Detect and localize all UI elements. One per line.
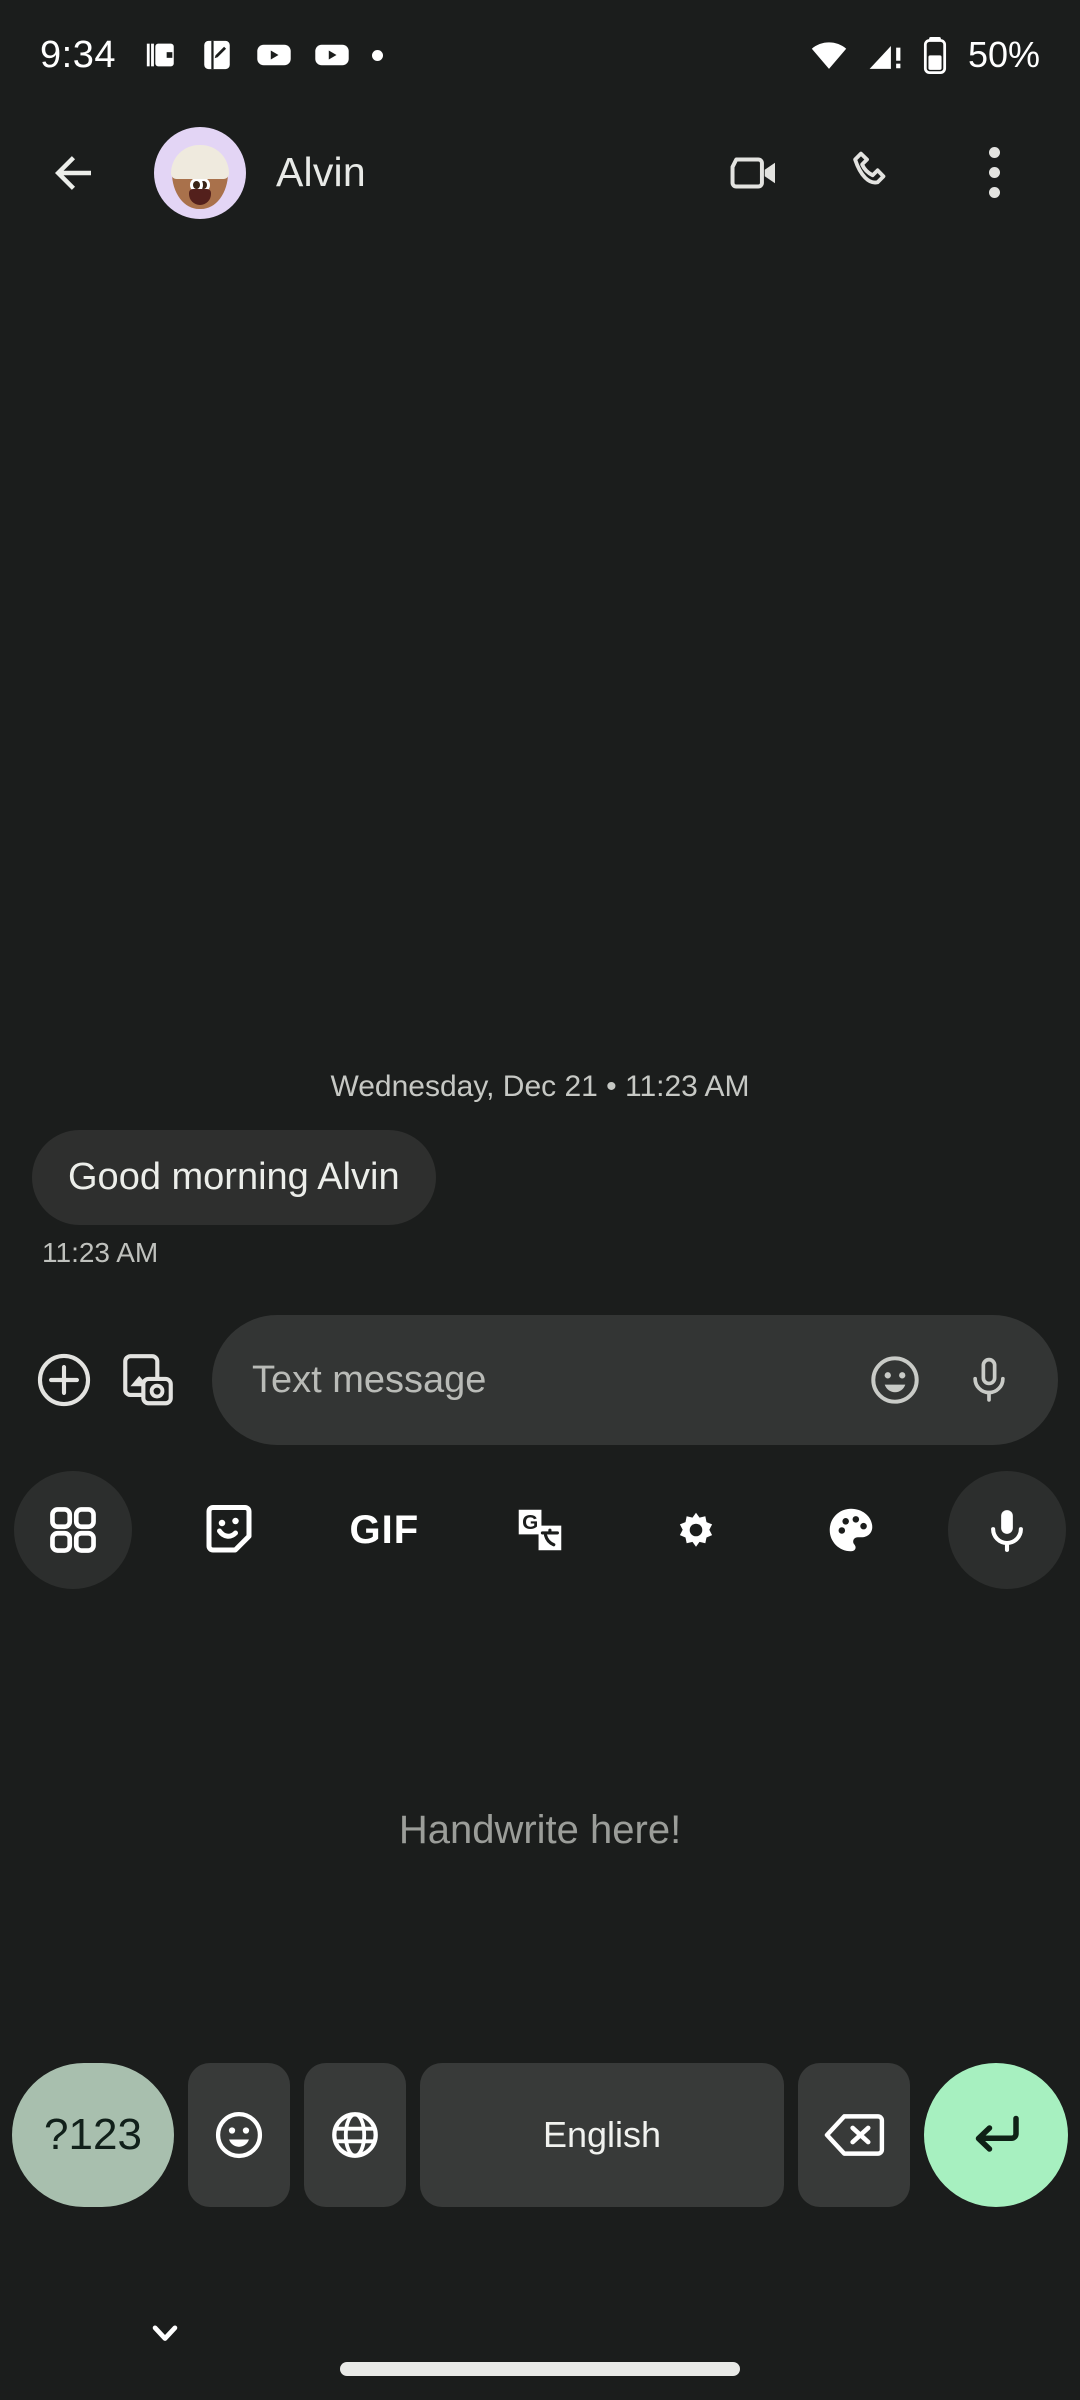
app-bar-actions [716,135,1046,211]
gif-text-icon: GIF [349,1507,420,1552]
image-camera-icon [123,1354,173,1406]
handwriting-hint: Handwrite here! [398,1807,682,1852]
keyboard-bottom-row: ?123 English [0,2060,1080,2210]
palette-icon [830,1508,873,1552]
status-notification-icons [144,38,383,72]
voice-call-button[interactable] [836,135,912,211]
keyboard-toolbar: GIF G [0,1465,1080,1595]
toolbar-theme-button[interactable] [792,1471,910,1589]
toolbar-gif-button[interactable]: GIF [325,1471,443,1589]
avatar-mouth [189,189,211,206]
space-key[interactable]: English [420,2063,784,2207]
backspace-key[interactable] [798,2063,910,2207]
cellular-signal-alert-icon [869,46,901,69]
back-arrow-icon [55,155,91,190]
toolbar-apps-grid-button[interactable] [14,1471,132,1589]
home-gesture-bar[interactable] [340,2362,740,2376]
emoji-key[interactable] [188,2063,290,2207]
plus-circle-icon [37,1353,91,1407]
status-bar: 9:34 50% [0,0,1080,110]
note-edit-icon [204,40,230,70]
status-clock: 9:34 [40,33,116,76]
add-attachment-button[interactable] [22,1338,106,1422]
video-call-button[interactable] [716,135,792,211]
gallery-camera-button[interactable] [106,1338,190,1422]
compose-bar: Text message [0,1310,1080,1450]
hide-keyboard-button[interactable] [130,2298,200,2368]
enter-return-icon [975,2115,1019,2152]
date-separator: Wednesday, Dec 21 • 11:23 AM [330,1070,750,1103]
microphone-icon [991,1510,1023,1552]
avatar[interactable] [154,126,246,219]
youtube-music-icon [315,44,349,66]
voice-message-button[interactable] [954,1345,1024,1415]
overflow-menu-button[interactable] [956,135,1032,211]
video-camera-icon [730,156,775,189]
emoji-smiley-icon [215,2111,263,2159]
language-switch-key[interactable] [304,2063,406,2207]
messaging-screen: 9:34 50% Alvin Wednesday, Dec 21 • 11:23… [0,0,1080,2400]
message-thread: Wednesday, Dec 21 • 11:23 AM Good mornin… [0,235,1080,1290]
more-notifications-dot-icon [371,49,383,61]
sticker-smiley-icon [206,1505,252,1553]
toolbar-stickers-button[interactable] [170,1471,288,1589]
message-bubble[interactable]: Good morning Alvin [32,1130,436,1225]
message-input-field[interactable]: Text message [212,1315,1058,1445]
battery-icon [923,37,946,74]
emoji-smiley-icon [871,1356,919,1404]
message-timestamp: 11:23 AM [42,1237,159,1268]
symbols-key[interactable]: ?123 [12,2063,174,2207]
handwriting-pad[interactable]: Handwrite here! [0,1600,1080,2060]
backspace-icon [824,2114,885,2156]
conversation-app-bar: Alvin [0,110,1080,235]
enter-key[interactable] [924,2063,1068,2207]
phone-icon [853,151,886,184]
message-row-incoming: Good morning Alvin 11:23 AM [32,1130,436,1269]
avatar-cap [171,144,229,179]
svg-text:G: G [522,1511,538,1534]
wifi-icon [811,42,847,69]
globe-icon [332,2112,378,2158]
grid-four-squares-icon [50,1507,96,1553]
back-button[interactable] [34,134,112,212]
emoji-button[interactable] [860,1345,930,1415]
microphone-icon [973,1357,1005,1402]
more-vertical-icon [988,147,1000,198]
google-translate-icon: G [518,1509,562,1551]
wallet-icon [146,43,174,67]
status-system-icons: 50% [808,34,1040,76]
gear-icon [679,1512,712,1547]
navigation-bar [0,2280,1080,2400]
contact-name[interactable]: Alvin [276,149,366,196]
toolbar-translate-button[interactable]: G [481,1471,599,1589]
battery-percent-label: 50% [967,34,1040,75]
message-input-placeholder: Text message [252,1358,487,1401]
toolbar-voice-input-button[interactable] [947,1471,1066,1589]
chevron-down-icon [152,2325,178,2341]
youtube-icon [257,44,291,66]
toolbar-settings-button[interactable] [637,1471,755,1589]
